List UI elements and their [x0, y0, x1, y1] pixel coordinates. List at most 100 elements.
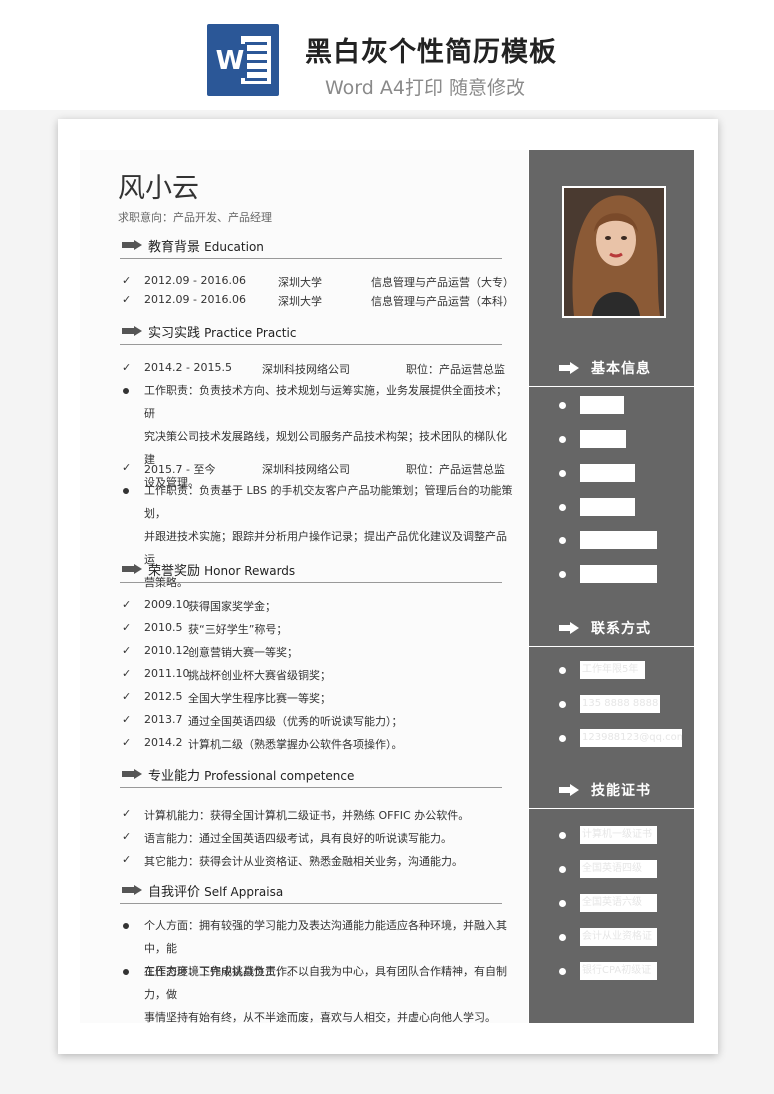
bullet-icon [559, 667, 566, 674]
bullet-icon [559, 900, 566, 907]
job-period: 2015.7 - 至今 [144, 463, 216, 476]
arrow-icon [122, 885, 142, 895]
sidebar-section-title: 联系方式 [591, 621, 651, 637]
job-company: 深圳科技网络公司 [262, 363, 350, 376]
banner-title: 黑白灰个性简历模板 [305, 37, 557, 68]
check-icon: ✓ [122, 830, 132, 843]
bullet-icon [559, 968, 566, 975]
info-placeholder [580, 531, 657, 549]
check-icon: ✓ [122, 274, 132, 287]
cert-item: 会计从业资格证 [580, 928, 657, 946]
honor-text: 创意营销大赛一等奖； [188, 646, 298, 659]
section-honors-header: 荣誉奖励 Honor Rewards [120, 560, 502, 583]
section-practice-header: 实习实践 Practice Practic [120, 322, 502, 345]
cert-item: 银行CPA初级证 [580, 962, 657, 980]
honor-text: 全国大学生程序比赛一等奖； [188, 692, 331, 705]
bullet-icon [123, 923, 129, 929]
banner: W 黑白灰个性简历模板 Word A4打印 随意修改 [0, 0, 774, 110]
sidebar-contact-header: 联系方式 [529, 610, 694, 647]
check-icon: ✓ [122, 293, 132, 306]
honor-date: 2010.12 [144, 644, 190, 657]
info-placeholder [580, 498, 635, 516]
skill-item: 计算机能力：获得全国计算机二级证书，并熟练 OFFIC 办公软件。 [144, 809, 470, 822]
section-skills-header: 专业能力 Professional competence [120, 765, 502, 788]
check-icon: ✓ [122, 644, 132, 657]
section-title-cn: 实习实践 [148, 326, 201, 341]
job-company: 深圳科技网络公司 [262, 463, 350, 476]
contact-item: 123988123@qq.com [580, 729, 682, 747]
honor-date: 2014.2 [144, 736, 183, 749]
honor-text: 获得国家奖学金； [188, 600, 276, 613]
edu-school: 深圳大学 [278, 295, 322, 308]
bullet-icon [559, 571, 566, 578]
honor-text: 计算机二级（熟悉掌握办公软件各项操作）。 [188, 738, 403, 751]
contact-item: 工作年限5年 [580, 661, 645, 679]
check-icon: ✓ [122, 807, 132, 820]
section-title-en: Honor Rewards [204, 564, 296, 578]
resume-name: 风小云 [118, 173, 199, 204]
sidebar-certs-header: 技能证书 [529, 772, 694, 809]
edu-major: 信息管理与产品运营（本科） [371, 295, 514, 308]
arrow-icon [122, 564, 142, 574]
section-title-cn: 教育背景 [148, 240, 201, 255]
info-placeholder [580, 396, 624, 414]
honor-text: 通过全国英语四级（优秀的听说读写能力）； [188, 715, 403, 728]
bullet-icon [559, 436, 566, 443]
job-period: 2014.2 - 2015.5 [144, 361, 232, 374]
bullet-icon [559, 832, 566, 839]
arrow-icon [122, 326, 142, 336]
portrait-image [564, 188, 664, 316]
section-title-cn: 荣誉奖励 [148, 564, 201, 579]
sidebar-section-title: 技能证书 [591, 783, 651, 799]
info-placeholder [580, 430, 626, 448]
check-icon: ✓ [122, 667, 132, 680]
check-icon: ✓ [122, 461, 132, 474]
section-title-cn: 自我评价 [148, 885, 201, 900]
edu-period: 2012.09 - 2016.06 [144, 293, 246, 306]
bullet-icon [559, 470, 566, 477]
arrow-icon [559, 362, 579, 374]
job-position: 职位：产品运营总监 [406, 363, 505, 376]
section-title-en: Self Appraisa [204, 885, 284, 899]
edu-major: 信息管理与产品运营（大专） [371, 276, 514, 289]
sidebar-basic-header: 基本信息 [529, 350, 694, 387]
bullet-icon [559, 701, 566, 708]
cert-item: 全国英语四级 [580, 860, 657, 878]
check-icon: ✓ [122, 361, 132, 374]
cert-item: 全国英语六级 [580, 894, 657, 912]
bullet-icon [559, 537, 566, 544]
honor-date: 2009.10 [144, 598, 190, 611]
info-placeholder [580, 565, 657, 583]
skill-item: 语言能力：通过全国英语四级考试，具有良好的听说读写能力。 [144, 832, 452, 845]
bullet-icon [123, 388, 129, 394]
arrow-icon [559, 784, 579, 796]
banner-subtitle: Word A4打印 随意修改 [325, 77, 526, 99]
section-title-en: Practice Practic [204, 326, 297, 340]
bullet-icon [559, 866, 566, 873]
bullet-icon [559, 934, 566, 941]
honor-date: 2010.5 [144, 621, 183, 634]
check-icon: ✓ [122, 736, 132, 749]
honor-date: 2013.7 [144, 713, 183, 726]
cert-item: 计算机一级证书 [580, 826, 657, 844]
bullet-icon [559, 402, 566, 409]
section-title-en: Professional competence [204, 769, 355, 783]
section-title-cn: 专业能力 [148, 769, 201, 784]
edu-period: 2012.09 - 2016.06 [144, 274, 246, 287]
arrow-icon [559, 622, 579, 634]
honor-text: 挑战杯创业杯大赛省级铜奖； [188, 669, 331, 682]
arrow-icon [122, 240, 142, 250]
word-icon-letter: W [213, 44, 247, 78]
info-placeholder [580, 464, 635, 482]
section-title-en: Education [204, 240, 264, 254]
section-education-header: 教育背景 Education [120, 236, 502, 259]
honor-text: 获“三好学生”称号； [188, 623, 288, 636]
check-icon: ✓ [122, 598, 132, 611]
honor-date: 2011.10 [144, 667, 190, 680]
sidebar-section-title: 基本信息 [591, 361, 651, 377]
portrait-photo [562, 186, 666, 318]
job-intent: 求职意向：产品开发、产品经理 [118, 211, 272, 224]
bullet-icon [559, 735, 566, 742]
honor-date: 2012.5 [144, 690, 183, 703]
contact-item: 135 8888 8888 [580, 695, 660, 713]
